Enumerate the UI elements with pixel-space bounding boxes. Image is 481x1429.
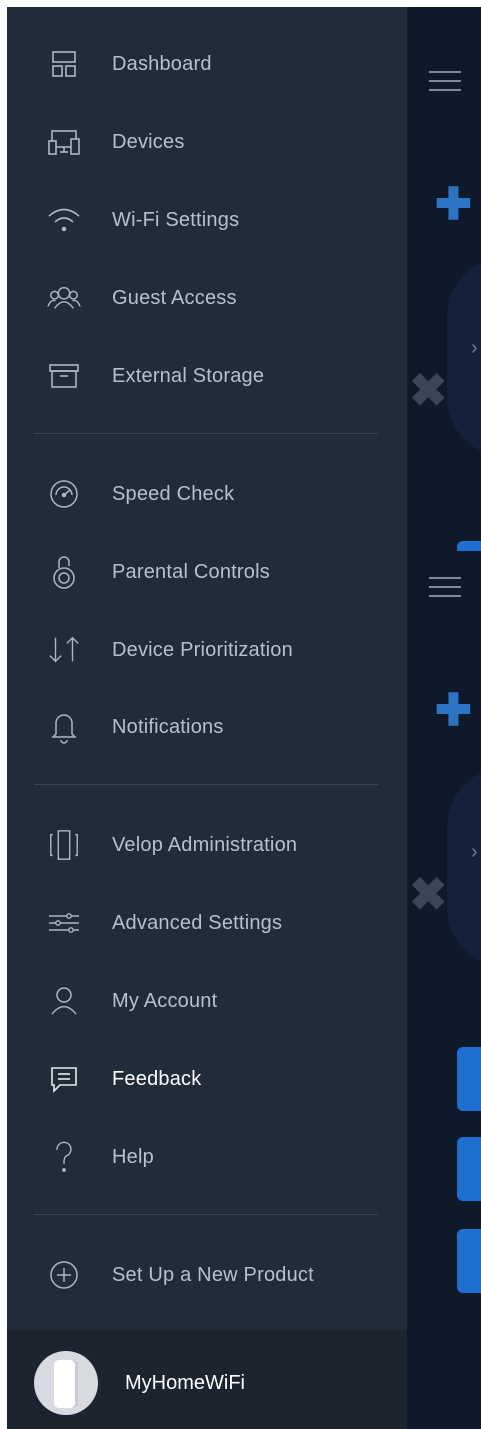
menu-item-label: My Account	[112, 989, 218, 1012]
menu-item-notifications[interactable]: Notifications	[7, 697, 407, 757]
menu-item-label: Device Prioritization	[112, 638, 293, 661]
devices-icon	[47, 125, 81, 159]
speedometer-icon	[47, 477, 81, 511]
hamburger-icon	[429, 577, 461, 597]
menu-item-my-account[interactable]: My Account	[7, 971, 407, 1031]
background-tab	[457, 541, 481, 551]
velop-node-avatar	[34, 1351, 98, 1415]
menu-item-devices[interactable]: Devices	[7, 112, 407, 172]
menu-item-label: Parental Controls	[112, 560, 270, 583]
priority-arrows-icon	[47, 633, 81, 667]
menu-item-label: Velop Administration	[112, 833, 298, 856]
menu-item-external-storage[interactable]: External Storage	[7, 346, 407, 406]
hamburger-icon	[429, 71, 461, 91]
menu-item-label: Feedback	[112, 1067, 202, 1090]
plus-icon: ✚	[435, 686, 472, 735]
menu-item-dashboard[interactable]: Dashboard	[7, 34, 407, 94]
background-app[interactable]: ✚ ✖ › ✚ ✖ ›	[407, 7, 481, 1429]
close-icon: ✖	[409, 364, 448, 416]
menu-item-label: Help	[112, 1145, 154, 1168]
network-name: MyHomeWiFi	[125, 1372, 245, 1394]
menu-item-speed-check[interactable]: Speed Check	[7, 464, 407, 524]
guest-access-icon	[47, 281, 81, 315]
background-button	[457, 1137, 481, 1201]
add-circle-icon	[47, 1258, 81, 1292]
menu-item-label: Wi-Fi Settings	[112, 208, 240, 231]
chat-bubble-icon	[47, 1062, 81, 1096]
menu-item-velop-administration[interactable]: Velop Administration	[7, 815, 407, 875]
background-button	[457, 1047, 481, 1111]
app-frame: ✚ ✖ › ✚ ✖ › Dashboard Devices Wi-Fi Sett…	[7, 7, 481, 1429]
lock-icon	[47, 555, 81, 589]
external-storage-icon	[47, 359, 81, 393]
menu-item-wifi-settings[interactable]: Wi-Fi Settings	[7, 190, 407, 250]
menu-item-label: Guest Access	[112, 286, 237, 309]
menu-item-help[interactable]: Help	[7, 1127, 407, 1187]
menu-item-label: Speed Check	[112, 482, 235, 505]
menu-item-label: External Storage	[112, 364, 265, 387]
menu-item-parental-controls[interactable]: Parental Controls	[7, 542, 407, 602]
menu-item-label: Set Up a New Product	[112, 1263, 314, 1286]
wifi-icon	[47, 203, 81, 237]
section-divider	[34, 1214, 378, 1215]
background-button	[457, 1229, 481, 1293]
user-icon	[47, 984, 81, 1018]
menu-item-set-up-new-product[interactable]: Set Up a New Product	[7, 1245, 407, 1305]
velop-node-image	[54, 1360, 78, 1408]
sliders-icon	[47, 906, 81, 940]
network-footer[interactable]: MyHomeWiFi	[7, 1330, 407, 1429]
menu-item-device-prioritization[interactable]: Device Prioritization	[7, 620, 407, 680]
navigation-drawer: Dashboard Devices Wi-Fi Settings Guest A…	[7, 7, 407, 1429]
menu-item-label: Devices	[112, 130, 185, 153]
menu-item-feedback[interactable]: Feedback	[7, 1049, 407, 1109]
dashboard-icon	[47, 47, 81, 81]
menu-item-label: Notifications	[112, 715, 224, 738]
menu-item-advanced-settings[interactable]: Advanced Settings	[7, 893, 407, 953]
chevron-icon: ›	[471, 337, 478, 359]
section-divider	[34, 784, 378, 785]
velop-node-icon	[47, 828, 81, 862]
chevron-icon: ›	[471, 841, 478, 863]
menu-item-label: Dashboard	[112, 52, 212, 75]
section-divider	[34, 433, 378, 434]
plus-icon: ✚	[435, 180, 472, 229]
close-icon: ✖	[409, 868, 448, 920]
bell-icon	[47, 710, 81, 744]
menu-item-label: Advanced Settings	[112, 911, 283, 934]
question-icon	[47, 1140, 81, 1174]
menu-item-guest-access[interactable]: Guest Access	[7, 268, 407, 328]
background-graphic	[447, 767, 481, 967]
